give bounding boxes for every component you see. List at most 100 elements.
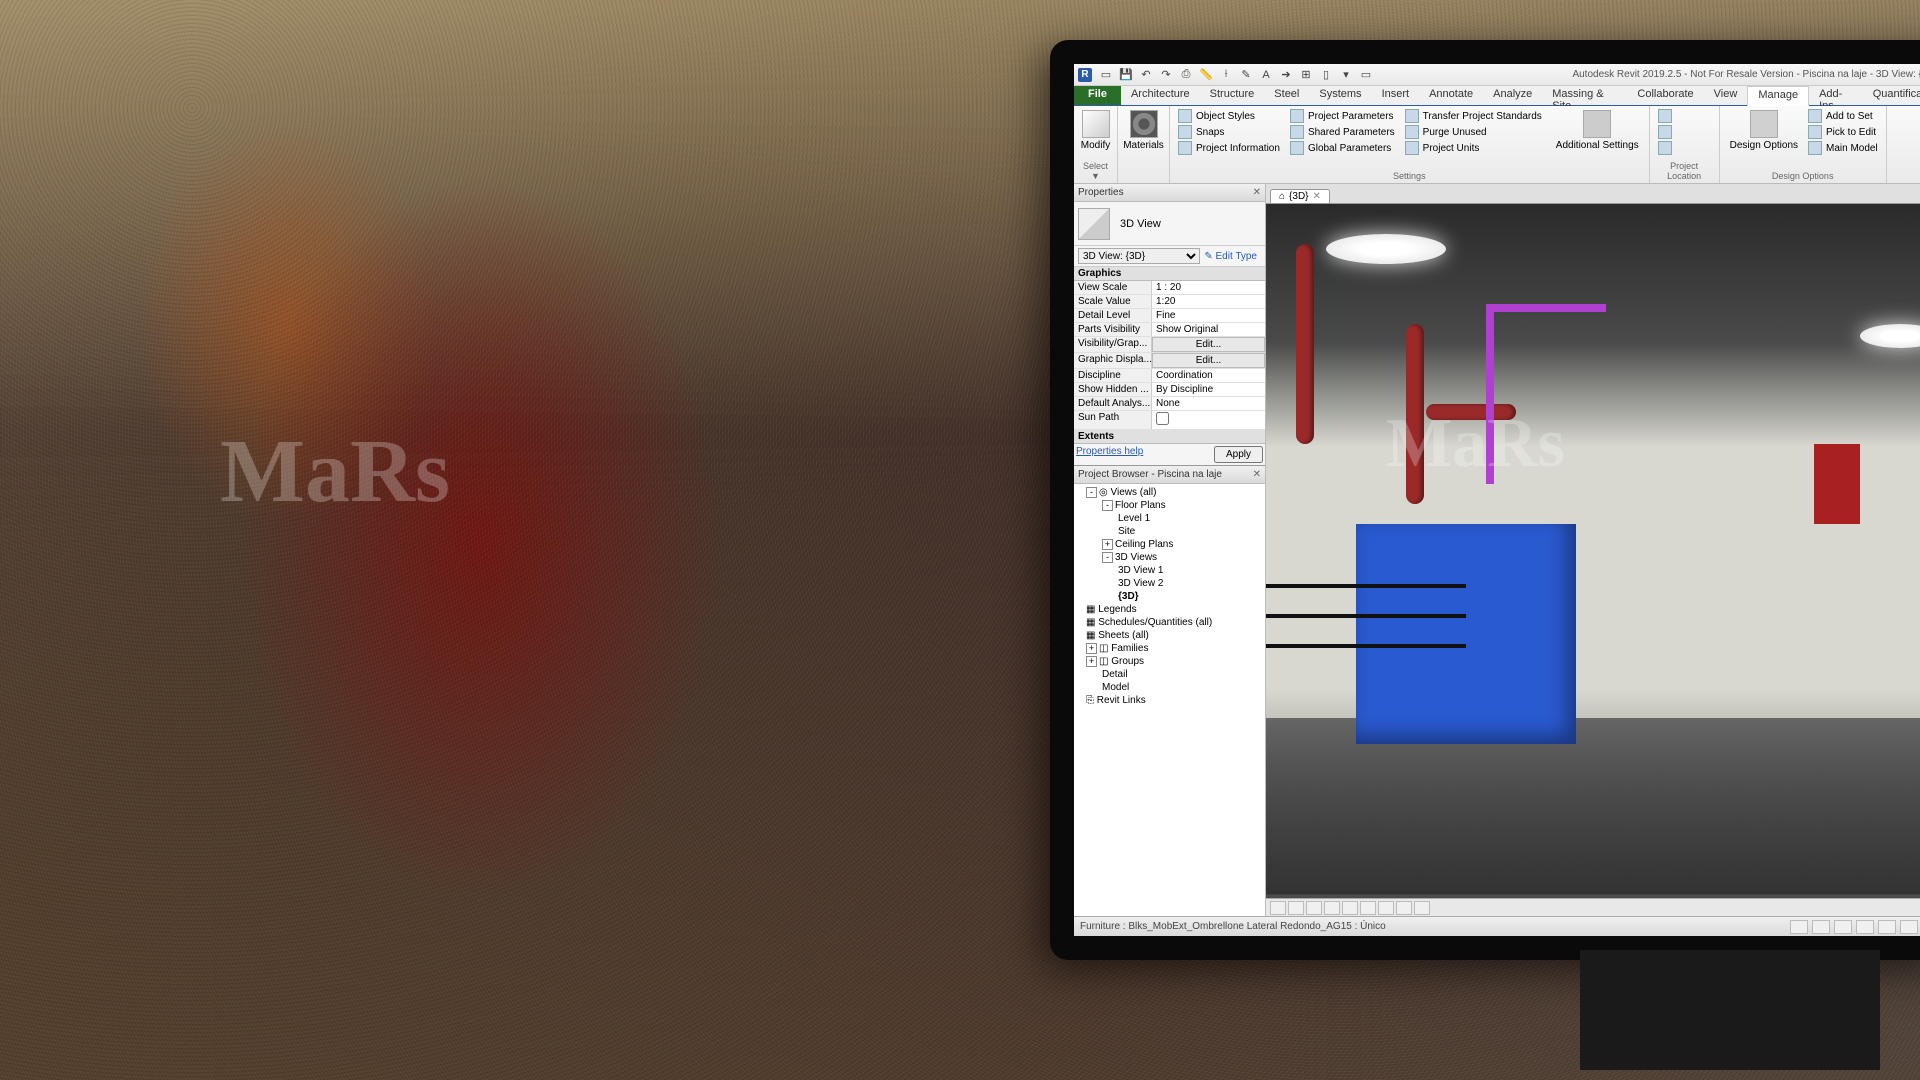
- workset-button[interactable]: [1790, 920, 1808, 934]
- browser-close-icon[interactable]: ✕: [1253, 469, 1261, 480]
- qat-text-button[interactable]: A: [1257, 67, 1275, 83]
- expand-icon[interactable]: +: [1086, 656, 1097, 667]
- position-button[interactable]: [1656, 140, 1713, 156]
- tab-addins[interactable]: Add-Ins: [1809, 86, 1863, 105]
- tree-node[interactable]: Detail: [1076, 668, 1263, 681]
- tab-steel[interactable]: Steel: [1264, 86, 1309, 105]
- project-params-button[interactable]: Project Parameters: [1288, 108, 1397, 124]
- tab-systems[interactable]: Systems: [1309, 86, 1371, 105]
- materials-button[interactable]: Materials: [1124, 108, 1163, 153]
- reveal-button[interactable]: [1414, 901, 1430, 915]
- qat-thin-button[interactable]: ▯: [1317, 67, 1335, 83]
- tab-quantification[interactable]: Quantification: [1863, 86, 1920, 105]
- tree-node[interactable]: Model: [1076, 681, 1263, 694]
- project-units-button[interactable]: Project Units: [1403, 140, 1544, 156]
- view-type-selector[interactable]: 3D View: [1074, 202, 1265, 246]
- property-value[interactable]: By Discipline: [1152, 383, 1265, 396]
- expand-icon[interactable]: -: [1102, 500, 1113, 511]
- tree-node[interactable]: 3D View 2: [1076, 577, 1263, 590]
- sun-button[interactable]: [1324, 901, 1340, 915]
- tree-node[interactable]: ▦ Schedules/Quantities (all): [1076, 616, 1263, 629]
- tree-node[interactable]: {3D}: [1076, 590, 1263, 603]
- tab-architecture[interactable]: Architecture: [1121, 86, 1200, 105]
- render-button[interactable]: [1360, 901, 1376, 915]
- qat-save-button[interactable]: 💾: [1117, 67, 1135, 83]
- property-checkbox[interactable]: [1156, 412, 1169, 425]
- coordinates-button[interactable]: [1656, 124, 1713, 140]
- property-value[interactable]: None: [1152, 397, 1265, 410]
- tree-node[interactable]: -Floor Plans: [1076, 499, 1263, 512]
- project-info-button[interactable]: Project Information: [1176, 140, 1282, 156]
- hide-button[interactable]: [1396, 901, 1412, 915]
- tab-manage[interactable]: Manage: [1747, 86, 1809, 106]
- pick-to-edit-button[interactable]: Pick to Edit: [1806, 124, 1880, 140]
- property-value[interactable]: [1152, 411, 1265, 429]
- tree-node[interactable]: +◫ Families: [1076, 642, 1263, 655]
- main-model-button[interactable]: Main Model: [1806, 140, 1880, 156]
- object-styles-button[interactable]: Object Styles: [1176, 108, 1282, 124]
- qat-open-button[interactable]: ▭: [1097, 67, 1115, 83]
- tab-annotate[interactable]: Annotate: [1419, 86, 1483, 105]
- select-face-button[interactable]: [1878, 920, 1896, 934]
- location-button[interactable]: [1656, 108, 1713, 124]
- purge-unused-button[interactable]: Purge Unused: [1403, 124, 1544, 140]
- qat-section-button[interactable]: ⊞: [1297, 67, 1315, 83]
- transfer-standards-button[interactable]: Transfer Project Standards: [1403, 108, 1544, 124]
- tree-node[interactable]: ⎘ Revit Links: [1076, 694, 1263, 707]
- style-button[interactable]: [1306, 901, 1322, 915]
- tab-file[interactable]: File: [1074, 86, 1121, 105]
- property-value[interactable]: Show Original: [1152, 323, 1265, 336]
- 3d-viewport[interactable]: MaRs: [1266, 204, 1920, 898]
- qat-close-button[interactable]: ▾: [1337, 67, 1355, 83]
- property-value[interactable]: Fine: [1152, 309, 1265, 322]
- view-tab-3d[interactable]: ⌂ {3D} ✕: [1270, 189, 1330, 203]
- instance-selector[interactable]: 3D View: {3D}: [1078, 248, 1200, 264]
- crop-button[interactable]: [1378, 901, 1394, 915]
- global-params-button[interactable]: Global Parameters: [1288, 140, 1397, 156]
- qat-measure-button[interactable]: 📏: [1197, 67, 1215, 83]
- expand-icon[interactable]: +: [1086, 643, 1097, 654]
- apply-button[interactable]: Apply: [1214, 446, 1263, 463]
- select-pinned-button[interactable]: [1856, 920, 1874, 934]
- tree-node[interactable]: -3D Views: [1076, 551, 1263, 564]
- tree-node[interactable]: 3D View 1: [1076, 564, 1263, 577]
- property-value[interactable]: Coordination: [1152, 369, 1265, 382]
- qat-3d-button[interactable]: ➔: [1277, 67, 1295, 83]
- property-value[interactable]: Edit...: [1152, 353, 1265, 368]
- design-options-button[interactable]: Design Options: [1726, 108, 1802, 156]
- tree-node[interactable]: ▦ Legends: [1076, 603, 1263, 616]
- modify-button[interactable]: Modify: [1080, 108, 1111, 153]
- tab-collaborate[interactable]: Collaborate: [1627, 86, 1703, 105]
- tree-node[interactable]: Level 1: [1076, 512, 1263, 525]
- view-tab-close-icon[interactable]: ✕: [1313, 191, 1321, 202]
- shadows-button[interactable]: [1342, 901, 1358, 915]
- properties-header[interactable]: Properties ✕: [1074, 184, 1265, 202]
- property-value[interactable]: 1 : 20: [1152, 281, 1265, 294]
- tab-view[interactable]: View: [1704, 86, 1748, 105]
- drag-button[interactable]: [1900, 920, 1918, 934]
- shared-params-button[interactable]: Shared Parameters: [1288, 124, 1397, 140]
- project-tree[interactable]: -◎ Views (all)-Floor PlansLevel 1Site+Ce…: [1074, 484, 1265, 916]
- tree-node[interactable]: +◫ Groups: [1076, 655, 1263, 668]
- tree-node[interactable]: Site: [1076, 525, 1263, 538]
- qat-switch-button[interactable]: ▭: [1357, 67, 1375, 83]
- add-to-set-button[interactable]: Add to Set: [1806, 108, 1880, 124]
- additional-settings-button[interactable]: Additional Settings: [1552, 108, 1643, 156]
- qat-dim-button[interactable]: ✎: [1237, 67, 1255, 83]
- detail-button[interactable]: [1288, 901, 1304, 915]
- properties-help-link[interactable]: Properties help: [1076, 446, 1143, 463]
- tree-node[interactable]: -◎ Views (all): [1076, 486, 1263, 499]
- expand-icon[interactable]: -: [1102, 552, 1113, 563]
- property-value[interactable]: 1:20: [1152, 295, 1265, 308]
- scale-button[interactable]: [1270, 901, 1286, 915]
- editable-button[interactable]: [1812, 920, 1830, 934]
- qat-print-button[interactable]: ⎙: [1177, 67, 1195, 83]
- qat-undo-button[interactable]: ↶: [1137, 67, 1155, 83]
- tab-analyze[interactable]: Analyze: [1483, 86, 1542, 105]
- edit-type-button[interactable]: ✎ Edit Type: [1200, 251, 1261, 262]
- properties-close-icon[interactable]: ✕: [1253, 187, 1261, 198]
- tree-node[interactable]: ▦ Sheets (all): [1076, 629, 1263, 642]
- tab-insert[interactable]: Insert: [1372, 86, 1420, 105]
- expand-icon[interactable]: +: [1102, 539, 1113, 550]
- tree-node[interactable]: +Ceiling Plans: [1076, 538, 1263, 551]
